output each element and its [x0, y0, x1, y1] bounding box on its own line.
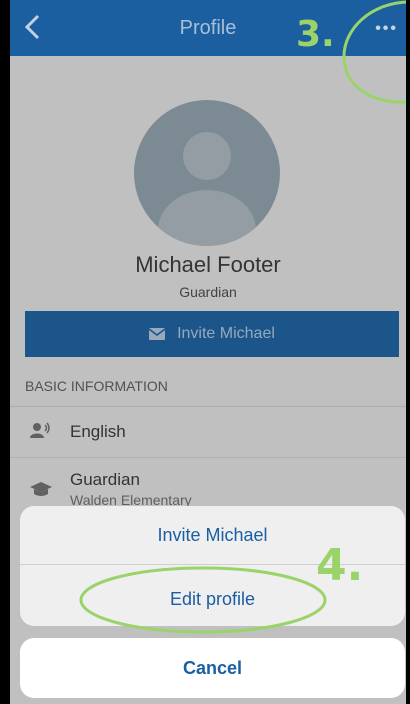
- annotation-step-3: 3.: [296, 14, 335, 55]
- app-screen: Profile ••• Michael Footer Guardian Invi…: [0, 0, 410, 704]
- page-title: Profile: [179, 17, 237, 39]
- more-options-button[interactable]: •••: [375, 20, 398, 38]
- cancel-button[interactable]: Cancel: [20, 638, 405, 698]
- left-edge: [0, 0, 10, 704]
- right-edge: [406, 0, 410, 704]
- nav-bar: Profile •••: [10, 0, 406, 56]
- annotation-step-4: 4.: [316, 540, 364, 591]
